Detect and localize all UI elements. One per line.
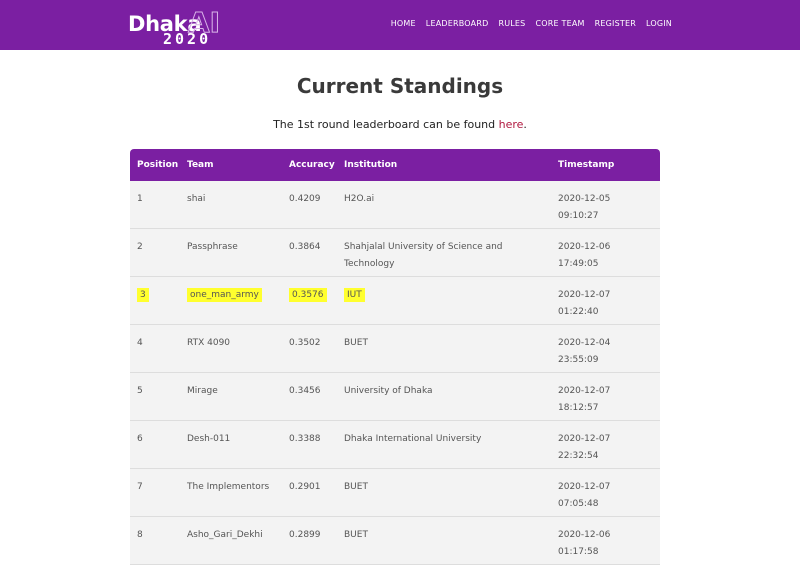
row-institution: BUET bbox=[344, 482, 368, 492]
highlight-mark: 3 bbox=[137, 288, 149, 302]
table-row: 7 The Implementors 0.2901 BUET 2020-12-0… bbox=[130, 469, 660, 517]
row-position: 6 bbox=[137, 434, 143, 444]
row-institution: H2O.ai bbox=[344, 194, 375, 204]
row-timestamp: 2020-12-06 01:17:58 bbox=[551, 517, 660, 564]
row-accuracy: 0.3388 bbox=[289, 434, 321, 444]
row-timestamp: 2020-12-07 22:32:54 bbox=[551, 421, 660, 468]
row-date: 2020-12-07 bbox=[558, 434, 611, 444]
row-timestamp: 2020-12-07 18:12:57 bbox=[551, 373, 660, 420]
table-header: Position Team Accuracy Institution Times… bbox=[130, 149, 660, 181]
row-accuracy: 0.2899 bbox=[289, 530, 321, 540]
row-institution: IUT bbox=[337, 277, 551, 324]
row-team: Mirage bbox=[187, 386, 218, 396]
nav-login[interactable]: LOGIN bbox=[646, 19, 672, 28]
col-institution: Institution bbox=[344, 159, 398, 170]
highlight-mark: 0.3576 bbox=[289, 288, 327, 302]
top-navbar: Dhaka AI 2020 HOME LEADERBOARD RULES COR… bbox=[0, 0, 800, 50]
round-note: The 1st round leaderboard can be found h… bbox=[0, 118, 800, 131]
row-institution: BUET bbox=[344, 530, 368, 540]
row-accuracy: 0.2901 bbox=[289, 482, 321, 492]
row-position: 8 bbox=[137, 530, 143, 540]
row-timestamp: 2020-12-04 23:55:09 bbox=[551, 325, 660, 372]
table-row: 1 shai 0.4209 H2O.ai 2020-12-05 09:10:27 bbox=[130, 181, 660, 229]
row-accuracy: 0.4209 bbox=[289, 194, 321, 204]
row-date: 2020-12-07 bbox=[558, 290, 611, 300]
row-timestamp: 2020-12-05 09:10:27 bbox=[551, 181, 660, 228]
row-date: 2020-12-07 bbox=[558, 482, 611, 492]
row-timestamp: 2020-12-06 17:49:05 bbox=[551, 229, 660, 276]
row-position: 4 bbox=[137, 338, 143, 348]
col-timestamp: Timestamp bbox=[558, 159, 615, 170]
row-time: 09:10:27 bbox=[558, 211, 599, 221]
row-time: 01:22:40 bbox=[558, 307, 599, 317]
row-timestamp: 2020-12-07 01:22:40 bbox=[551, 277, 660, 324]
row-time: 22:32:54 bbox=[558, 451, 599, 461]
table-row: 8 Asho_Gari_Dekhi 0.2899 BUET 2020-12-06… bbox=[130, 517, 660, 565]
table-row: 6 Desh-011 0.3388 Dhaka International Un… bbox=[130, 421, 660, 469]
nav-home[interactable]: HOME bbox=[391, 19, 416, 28]
row-team: The Implementors bbox=[187, 482, 270, 492]
row-position: 1 bbox=[137, 194, 143, 204]
row-time: 01:17:58 bbox=[558, 547, 599, 557]
note-text: The 1st round leaderboard can be found bbox=[273, 118, 499, 131]
col-team: Team bbox=[187, 159, 214, 170]
row-team: Passphrase bbox=[187, 242, 238, 252]
row-date: 2020-12-07 bbox=[558, 386, 611, 396]
logo-year: 2020 bbox=[163, 30, 212, 48]
row-accuracy: 0.3576 bbox=[282, 277, 337, 324]
row-date: 2020-12-06 bbox=[558, 242, 611, 252]
col-accuracy: Accuracy bbox=[289, 159, 335, 170]
dhaka-ai-logo[interactable]: Dhaka AI 2020 bbox=[128, 6, 228, 49]
nav-core-team[interactable]: CORE TEAM bbox=[535, 19, 584, 28]
row-position: 2 bbox=[137, 242, 143, 252]
row-date: 2020-12-05 bbox=[558, 194, 611, 204]
row-time: 23:55:09 bbox=[558, 355, 599, 365]
row-team: shai bbox=[187, 194, 206, 204]
nav-leaderboard[interactable]: LEADERBOARD bbox=[426, 19, 489, 28]
leaderboard-table: Position Team Accuracy Institution Times… bbox=[130, 149, 660, 565]
row-time: 07:05:48 bbox=[558, 499, 599, 509]
table-row: 4 RTX 4090 0.3502 BUET 2020-12-04 23:55:0… bbox=[130, 325, 660, 373]
row-accuracy: 0.3502 bbox=[289, 338, 321, 348]
row-position: 3 bbox=[130, 277, 180, 324]
row-date: 2020-12-04 bbox=[558, 338, 611, 348]
row-team: RTX 4090 bbox=[187, 338, 231, 348]
main-nav: HOME LEADERBOARD RULES CORE TEAM REGISTE… bbox=[391, 19, 672, 28]
here-link[interactable]: here bbox=[499, 118, 524, 131]
row-date: 2020-12-06 bbox=[558, 530, 611, 540]
nav-rules[interactable]: RULES bbox=[498, 19, 525, 28]
row-team: Desh-011 bbox=[187, 434, 231, 444]
col-position: Position bbox=[137, 159, 179, 170]
row-timestamp: 2020-12-07 07:05:48 bbox=[551, 469, 660, 516]
page-title: Current Standings bbox=[296, 74, 504, 98]
row-institution: BUET bbox=[344, 338, 368, 348]
row-accuracy: 0.3864 bbox=[289, 242, 321, 252]
highlight-mark: one_man_army bbox=[187, 288, 262, 302]
row-time: 17:49:05 bbox=[558, 259, 599, 269]
table-row: 5 Mirage 0.3456 University of Dhaka 2020… bbox=[130, 373, 660, 421]
row-institution: University of Dhaka bbox=[344, 386, 433, 396]
row-institution: Dhaka International University bbox=[344, 434, 482, 444]
nav-register[interactable]: REGISTER bbox=[595, 19, 636, 28]
row-institution: Shahjalal University of Science and Tech… bbox=[344, 242, 503, 269]
row-position: 7 bbox=[137, 482, 143, 492]
table-row-highlighted: 3 one_man_army 0.3576 IUT 2020-12-07 01:2… bbox=[130, 277, 660, 325]
row-team: one_man_army bbox=[180, 277, 282, 324]
row-position: 5 bbox=[137, 386, 143, 396]
highlight-mark: IUT bbox=[344, 288, 365, 302]
note-period: . bbox=[523, 118, 527, 131]
row-time: 18:12:57 bbox=[558, 403, 599, 413]
row-accuracy: 0.3456 bbox=[289, 386, 321, 396]
row-team: Asho_Gari_Dekhi bbox=[187, 530, 263, 540]
table-row: 2 Passphrase 0.3864 Shahjalal University… bbox=[130, 229, 660, 277]
